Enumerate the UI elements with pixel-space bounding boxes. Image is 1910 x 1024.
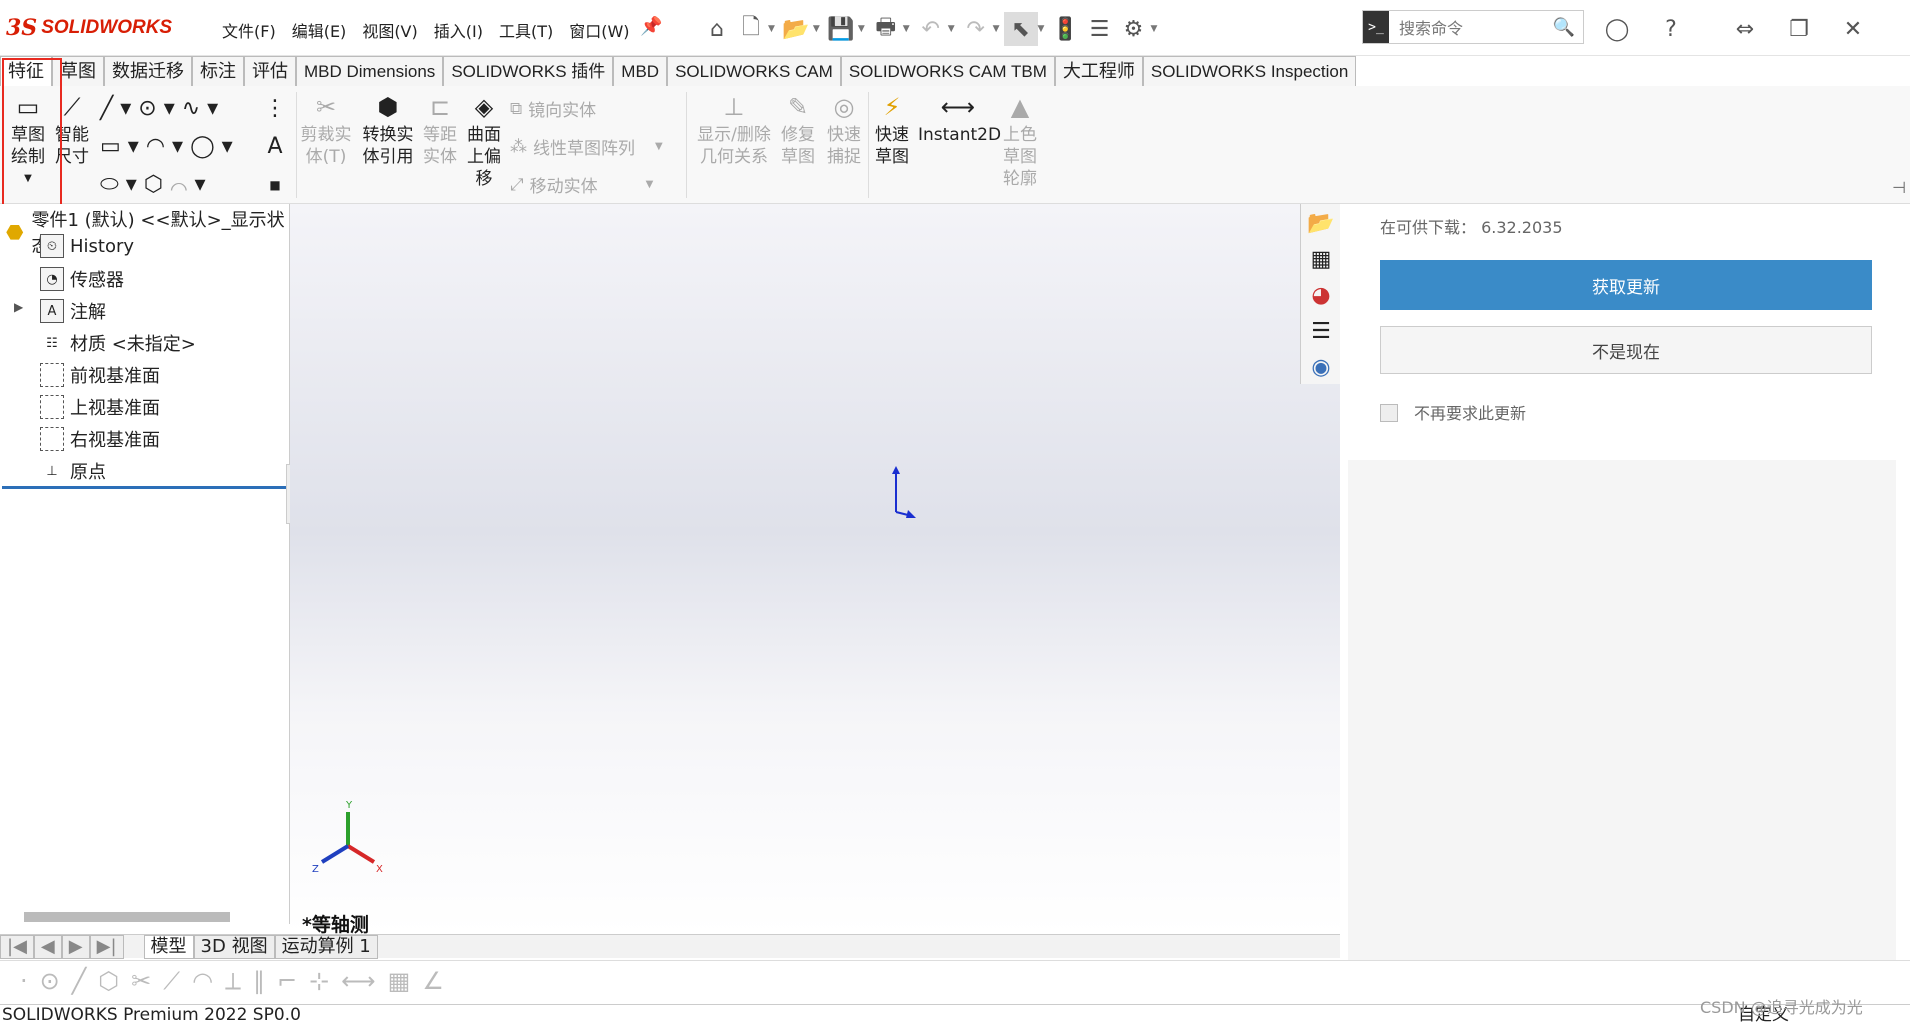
polygon-icon[interactable]: ⬡ — [98, 967, 131, 995]
tree-item-history[interactable]: ⏲ History — [40, 234, 134, 258]
horizontal-scrollbar[interactable] — [24, 912, 230, 922]
material-icon: ☷ — [46, 335, 58, 351]
view-orientation-label: *等轴测 — [302, 914, 369, 936]
task-pane-tabs: 📂 ▦ ◕ ☰ ◉ — [1300, 204, 1340, 384]
file-explorer-icon[interactable]: 📂 — [1303, 206, 1339, 240]
first-tab-icon[interactable]: |◀ — [0, 934, 34, 959]
dont-ask-checkbox[interactable] — [1380, 404, 1398, 422]
plane-icon — [40, 395, 64, 419]
tab-3d-views[interactable]: 3D 视图 — [193, 934, 275, 959]
tree-item-top-plane[interactable]: 上视基准面 — [40, 394, 160, 420]
csdn-watermark: CSDN @追寻光成为光 — [1700, 998, 1863, 1017]
next-tab-icon[interactable]: ▶ — [61, 934, 90, 959]
plane-icon — [40, 427, 64, 451]
available-version-text: 在可供下载： 6.32.2035 — [1380, 218, 1563, 237]
tab-model[interactable]: 模型 — [143, 934, 194, 959]
tree-item-right-plane[interactable]: 右视基准面 — [40, 426, 160, 452]
tab-motion-study[interactable]: 运动算例 1 — [274, 934, 378, 959]
trim-icon[interactable]: ✂ — [131, 967, 163, 995]
tree-item-annotations[interactable]: A 注解 — [40, 298, 106, 324]
tree-item-front-plane[interactable]: 前视基准面 — [40, 362, 160, 388]
angle-icon[interactable]: ∠ — [422, 967, 456, 995]
status-bar: SOLIDWORKS Premium 2022 SP0.0 自定义 — [0, 1004, 1910, 1024]
get-update-button[interactable]: 获取更新 — [1380, 260, 1872, 310]
svg-text:X: X — [376, 864, 383, 875]
circle-icon[interactable]: ⊙ — [40, 967, 72, 995]
custom-properties-icon[interactable]: ☰ — [1303, 314, 1339, 348]
svg-text:Z: Z — [312, 864, 319, 875]
origin-icon: ⊥ — [46, 463, 58, 479]
not-now-button[interactable]: 不是现在 — [1380, 326, 1872, 374]
point-icon[interactable]: · — [20, 967, 40, 995]
tangent-icon[interactable]: ⟂ — [225, 967, 253, 995]
graphics-viewport[interactable]: Y X Z *等轴测 — [290, 204, 1340, 936]
solidworks-resources-icon[interactable]: ◉ — [1303, 350, 1339, 384]
grid-icon[interactable]: ▦ — [388, 967, 423, 995]
part-icon: ⬣ — [6, 220, 24, 244]
dimension-icon[interactable]: ⟷ — [341, 967, 387, 995]
dont-ask-label: 不再要求此更新 — [1414, 404, 1527, 423]
sensor-icon: ◔ — [40, 267, 64, 291]
expand-arrow-icon[interactable]: ▶ — [14, 300, 23, 314]
status-text: SOLIDWORKS Premium 2022 SP0.0 — [2, 1005, 301, 1024]
tree-item-material[interactable]: ☷ 材质 <未指定> — [40, 330, 196, 356]
extend-icon[interactable]: ⟋ — [163, 967, 192, 995]
prev-tab-icon[interactable]: ◀ — [33, 934, 62, 959]
tree-item-sensors[interactable]: ◔ 传感器 — [40, 266, 124, 292]
svg-text:Y: Y — [345, 800, 353, 811]
corner-icon[interactable]: ⌐ — [277, 967, 309, 995]
parallel-icon[interactable]: ∥ — [253, 967, 277, 995]
history-icon: ⏲ — [40, 234, 64, 258]
appearances-icon[interactable]: ◕ — [1303, 278, 1339, 312]
view-palette-icon[interactable]: ▦ — [1303, 242, 1339, 276]
annotation-icon: A — [40, 299, 64, 323]
bottom-toolbar: ·⊙╱⬡✂⟋◠⟂∥⌐⊹⟷▦∠ — [0, 960, 1910, 1004]
midpoint-icon[interactable]: ⊹ — [309, 967, 341, 995]
document-tabs: |◀ ◀ ▶ ▶| 模型 3D 视图 运动算例 1 — [0, 934, 1340, 959]
orientation-triad: Y X Z — [312, 800, 383, 875]
plane-icon — [40, 363, 64, 387]
line-icon[interactable]: ╱ — [72, 967, 98, 995]
feature-manager-tree: ⬣ 零件1 (默认) <<默认>_显示状态 ⏲History ◔传感器 ▶ A注… — [0, 204, 298, 924]
rollback-bar[interactable] — [2, 486, 286, 489]
arc-icon[interactable]: ◠ — [192, 967, 225, 995]
sketch-tools-strip: ·⊙╱⬡✂⟋◠⟂∥⌐⊹⟷▦∠ — [20, 967, 456, 995]
tree-item-origin[interactable]: ⊥ 原点 — [40, 458, 106, 484]
last-tab-icon[interactable]: ▶| — [89, 934, 124, 959]
task-pane-empty-area — [1348, 460, 1896, 960]
origin-marker — [892, 466, 916, 518]
